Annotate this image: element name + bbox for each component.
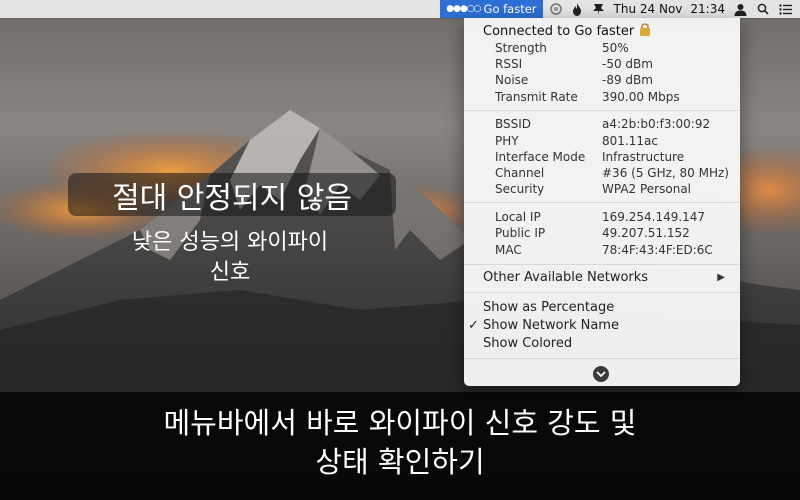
info-value: 801.11ac — [602, 134, 658, 148]
info-key: Local IP — [495, 210, 541, 224]
info-key: MAC — [495, 243, 522, 257]
info-key: Interface Mode — [495, 150, 586, 164]
lock-icon — [639, 22, 651, 40]
info-row-local-ip: Local IP 169.254.149.147 — [495, 209, 735, 225]
user-icon[interactable] — [729, 0, 752, 18]
option-show-percentage[interactable]: Show as Percentage — [483, 299, 733, 317]
menu-separator — [464, 358, 740, 359]
info-key: Channel — [495, 166, 545, 180]
caption-line-1: 메뉴바에서 바로 와이파이 신호 강도 및 — [163, 406, 637, 440]
menu-separator — [464, 292, 740, 293]
info-key: PHY — [495, 134, 519, 148]
subline-line-2: 신호 — [209, 260, 251, 285]
list-icon[interactable] — [774, 0, 800, 18]
record-icon[interactable] — [545, 0, 567, 18]
info-row-interface-mode: Interface Mode Infrastructure — [495, 149, 735, 165]
subline-line-1: 낮은 성능의 와이파이 — [131, 230, 329, 255]
info-value: -50 dBm — [602, 57, 653, 71]
connection-title-text: Connected to Go faster — [483, 23, 635, 39]
info-value: 390.00 Mbps — [602, 90, 680, 104]
info-value: -89 dBm — [602, 73, 653, 87]
signal-dots-icon: ●●●○○ — [446, 4, 481, 14]
info-row-transmit-rate: Transmit Rate 390.00 Mbps — [495, 89, 735, 105]
option-show-colored[interactable]: Show Colored — [483, 335, 733, 353]
caption-line-2: 상태 확인하기 — [315, 445, 485, 479]
headline-text: 절대 안정되지 않음 — [112, 180, 352, 216]
search-icon[interactable] — [752, 0, 774, 18]
connection-title: Connected to Go faster — [483, 22, 651, 40]
option-label: Show Network Name — [483, 318, 619, 333]
info-key: Transmit Rate — [495, 90, 578, 104]
subline-text: 낮은 성능의 와이파이 신호 — [60, 228, 400, 288]
info-value: a4:2b:b0:f3:00:92 — [602, 117, 711, 131]
time-label[interactable]: 21:34 — [686, 0, 729, 18]
wifi-status-menu[interactable]: ●●●○○ Go faster — [440, 0, 543, 18]
info-row-noise: Noise -89 dBm — [495, 72, 735, 88]
info-row-rssi: RSSI -50 dBm — [495, 56, 735, 72]
date-label[interactable]: Thu 24 Nov — [610, 0, 687, 18]
flame-icon[interactable] — [567, 0, 587, 18]
menu-separator — [464, 110, 740, 111]
info-key: Noise — [495, 73, 529, 87]
menu-separator — [464, 202, 740, 203]
info-value: #36 (5 GHz, 80 MHz) — [602, 166, 729, 180]
info-value: 49.207.51.152 — [602, 226, 690, 240]
info-key: RSSI — [495, 57, 523, 71]
info-value: WPA2 Personal — [602, 182, 692, 196]
info-key: Public IP — [495, 226, 546, 240]
other-networks-item[interactable]: Other Available Networks ▶ — [483, 269, 733, 287]
info-value: 50% — [602, 41, 629, 55]
chevron-down-icon — [596, 370, 606, 377]
info-key: Strength — [495, 41, 547, 55]
stamp-icon[interactable] — [587, 0, 610, 18]
info-key: Security — [495, 182, 545, 196]
wifi-network-name: Go faster — [483, 2, 537, 16]
info-row-channel: Channel #36 (5 GHz, 80 MHz) — [495, 165, 735, 181]
caption-text: 메뉴바에서 바로 와이파이 신호 강도 및 상태 확인하기 — [0, 404, 800, 482]
option-label: Show Colored — [483, 336, 573, 351]
submenu-arrow-icon: ▶ — [717, 272, 725, 283]
menu-separator — [464, 264, 740, 265]
other-networks-label: Other Available Networks — [483, 270, 649, 285]
menu-bar: ●●●○○ Go faster Thu 24 Nov 21:34 — [0, 0, 800, 18]
info-key: BSSID — [495, 117, 532, 131]
info-row-security: Security WPA2 Personal — [495, 181, 735, 197]
info-row-mac: MAC 78:4F:43:4F:ED:6C — [495, 242, 735, 258]
expand-more-button[interactable] — [593, 366, 609, 382]
wifi-dropdown-menu: Connected to Go faster Strength 50% RSSI… — [464, 18, 740, 386]
info-row-phy: PHY 801.11ac — [495, 133, 735, 149]
info-value: 169.254.149.147 — [602, 210, 706, 224]
info-value: Infrastructure — [602, 150, 685, 164]
info-value: 78:4F:43:4F:ED:6C — [602, 243, 713, 257]
info-row-public-ip: Public IP 49.207.51.152 — [495, 225, 735, 241]
checkmark-icon: ✓ — [468, 318, 479, 333]
option-show-network-name[interactable]: ✓ Show Network Name — [468, 317, 733, 335]
info-row-bssid: BSSID a4:2b:b0:f3:00:92 — [495, 116, 735, 132]
option-label: Show as Percentage — [483, 300, 615, 315]
info-row-strength: Strength 50% — [495, 40, 735, 56]
